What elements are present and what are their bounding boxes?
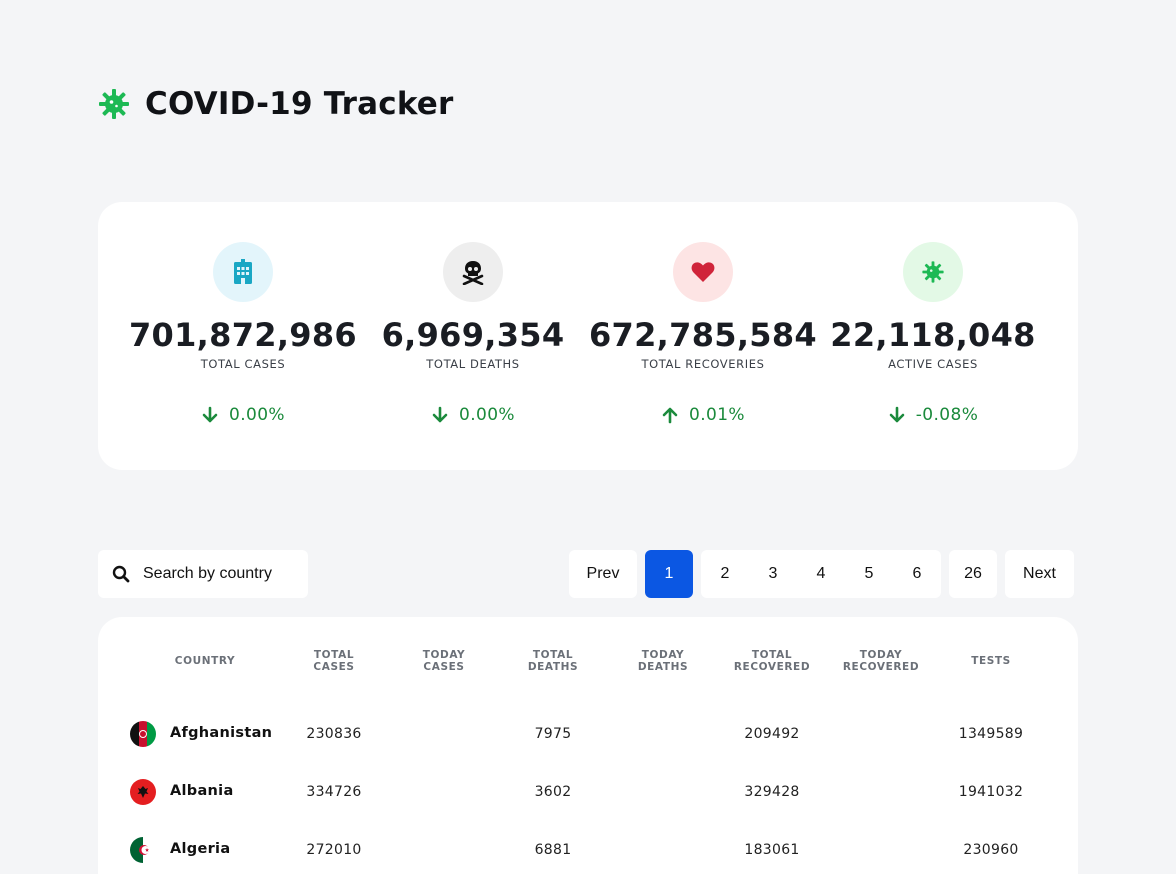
total-cases-cell: 334726 [306, 784, 362, 800]
stat-value: 6,969,354 [381, 316, 565, 354]
arrow-up-icon [662, 407, 678, 424]
stat-change: 0.00% [358, 405, 588, 425]
arrow-down-icon [889, 406, 905, 423]
app-header: COVID-19 Tracker [97, 86, 454, 122]
column-header-tests[interactable]: TESTS [936, 649, 1046, 667]
page-button-current[interactable]: 1 [645, 550, 693, 598]
stat-change: 0.01% [588, 405, 818, 425]
tests-cell: 230960 [963, 842, 1019, 858]
stat-total-cases: 701,872,986 TOTAL CASES 0.00% [128, 242, 358, 425]
search-icon [112, 565, 130, 583]
country-name: Albania [170, 783, 234, 799]
stat-label: ACTIVE CASES [888, 357, 978, 371]
column-header-total-cases[interactable]: TOTAL CASES [279, 649, 389, 673]
stat-value: 22,118,048 [830, 316, 1036, 354]
tests-cell: 1941032 [958, 784, 1024, 800]
stat-total-recoveries: 672,785,584 TOTAL RECOVERIES 0.01% [588, 242, 818, 425]
stat-change: 0.00% [128, 405, 358, 425]
tests-cell: 1349589 [958, 726, 1024, 742]
column-header-total-deaths[interactable]: TOTAL DEATHS [498, 649, 608, 673]
stat-total-deaths: 6,969,354 TOTAL DEATHS 0.00% [358, 242, 588, 425]
table-row[interactable]: Afghanistan 230836 7975 209492 1349589 [98, 717, 1078, 757]
page-number-group: 2 3 4 5 6 [701, 550, 941, 598]
page-button[interactable]: 3 [749, 550, 797, 598]
search-box[interactable] [98, 550, 308, 598]
total-deaths-cell: 3602 [534, 784, 572, 800]
column-header-today-deaths[interactable]: TODAY DEATHS [608, 649, 718, 673]
column-header-today-cases[interactable]: TODAY CASES [389, 649, 499, 673]
afghanistan-flag-icon [130, 721, 156, 747]
total-deaths-cell: 6881 [534, 842, 572, 858]
stat-label: TOTAL CASES [200, 357, 286, 371]
arrow-down-icon [202, 406, 218, 423]
albania-flag-icon [130, 779, 156, 805]
total-cases-cell: 230836 [306, 726, 362, 742]
prev-button[interactable]: Prev [569, 550, 637, 598]
total-deaths-cell: 7975 [534, 726, 572, 742]
column-header-total-recovered[interactable]: TOTAL RECOVERED [717, 649, 827, 673]
total-recovered-cell: 183061 [744, 842, 800, 858]
stats-card: 701,872,986 TOTAL CASES 0.00% 6,969,354 … [98, 202, 1078, 470]
stat-label: TOTAL DEATHS [426, 357, 520, 371]
total-cases-cell: 272010 [306, 842, 362, 858]
next-button[interactable]: Next [1005, 550, 1074, 598]
stat-change-value: -0.08% [915, 405, 979, 425]
page-button[interactable]: 5 [845, 550, 893, 598]
table-row[interactable]: Albania 334726 3602 329428 1941032 [98, 775, 1078, 815]
stat-change: -0.08% [818, 405, 1048, 425]
country-name: Afghanistan [170, 725, 273, 741]
countries-table: COUNTRY TOTAL CASES TODAY CASES TOTAL DEATH… [98, 617, 1078, 874]
stat-active-cases: 22,118,048 ACTIVE CASES -0.08% [818, 242, 1048, 425]
virus-icon [903, 242, 963, 302]
stat-value: 672,785,584 [588, 316, 817, 354]
page-button-last[interactable]: 26 [949, 550, 997, 598]
stat-change-value: 0.00% [228, 405, 285, 425]
virus-icon [99, 89, 129, 119]
page-button[interactable]: 6 [893, 550, 941, 598]
total-recovered-cell: 209492 [744, 726, 800, 742]
table-row[interactable]: Algeria 272010 6881 183061 230960 [98, 833, 1078, 873]
page-button[interactable]: 4 [797, 550, 845, 598]
column-header-today-recovered[interactable]: TODAY RECOVERED [826, 649, 936, 673]
skull-crossbones-icon [443, 242, 503, 302]
stat-value: 701,872,986 [128, 316, 357, 354]
page-button[interactable]: 2 [701, 550, 749, 598]
stat-change-value: 0.01% [688, 405, 745, 425]
heart-icon [673, 242, 733, 302]
stat-label: TOTAL RECOVERIES [641, 357, 765, 371]
column-header-country[interactable]: COUNTRY [150, 649, 260, 667]
stat-change-value: 0.00% [458, 405, 515, 425]
page-title: COVID-19 Tracker [145, 86, 454, 122]
algeria-flag-icon [130, 837, 156, 863]
total-recovered-cell: 329428 [744, 784, 800, 800]
hospital-icon [213, 242, 273, 302]
country-name: Algeria [170, 841, 231, 857]
arrow-down-icon [432, 406, 448, 423]
search-input[interactable] [143, 565, 293, 583]
